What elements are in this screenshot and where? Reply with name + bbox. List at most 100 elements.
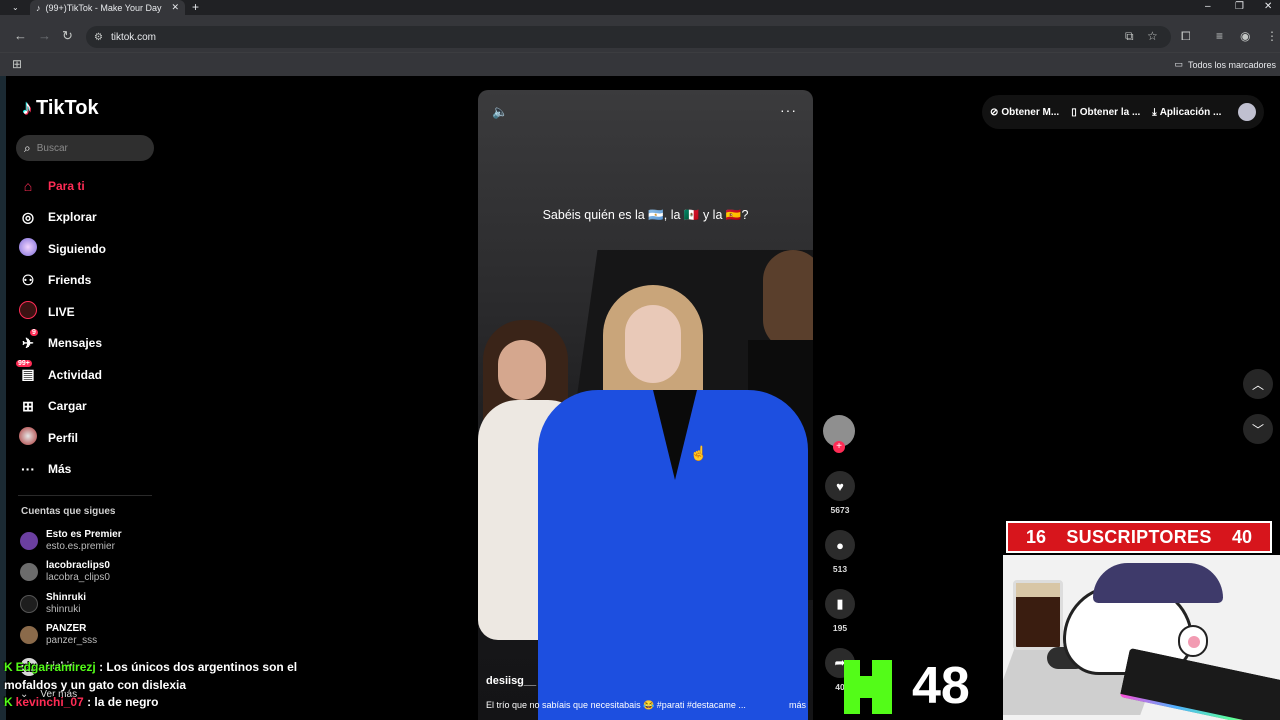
bookmark-icon: ▮: [836, 596, 844, 611]
activity-icon: ▤ 99+: [16, 360, 35, 383]
video-person-center-face: [625, 305, 681, 383]
volume-icon[interactable]: 🔈: [492, 104, 508, 120]
upload-icon: ⊞: [22, 397, 34, 414]
menu-icon[interactable]: ⋮: [1266, 29, 1278, 43]
video-person-center-coat: [538, 390, 808, 720]
sidebar-item-label: Actividad: [48, 367, 103, 382]
account-handle: shinruki: [46, 603, 81, 615]
tiktok-logo[interactable]: ♪ TikTok: [22, 97, 99, 120]
new-tab-button[interactable]: +: [192, 0, 199, 14]
get-coins-button[interactable]: ⊘ Obtener M...: [990, 107, 1059, 118]
video-actions: + ♥ 5673 ● 513 ▮ 195 ➦ 40: [822, 415, 858, 694]
desktop-app-button[interactable]: ⤓ Aplicación ...: [1152, 107, 1221, 118]
minimize-icon[interactable]: –: [1205, 0, 1211, 14]
sidebar-item-live[interactable]: LIVE: [18, 296, 158, 328]
logo-text: TikTok: [36, 97, 99, 119]
bookmark-star-icon[interactable]: ☆: [1147, 29, 1158, 43]
list-item[interactable]: Shinruki shinruki: [20, 588, 160, 620]
desktop-edge: [0, 76, 6, 720]
tab-search-icon[interactable]: ⌄: [12, 0, 19, 15]
sidebar-nav: ⌂ Para ti ◎ Explorar Siguiendo ⚇ Friends…: [16, 170, 158, 486]
stream-chat: K Edgarramirezj : Los únicos dos argentin…: [4, 659, 334, 712]
sidebar-item-cargar[interactable]: ⊞ Cargar: [18, 391, 158, 423]
desktop-app-label: Aplicación ...: [1159, 106, 1222, 118]
top-actions: ⊘ Obtener M... ▯ Obtener la ... ⤓ Aplicació…: [982, 95, 1264, 129]
chevron-up-icon: ︿: [1251, 377, 1264, 392]
account-name: lacobraclips0: [46, 560, 110, 572]
video-username[interactable]: desiisg__: [486, 675, 536, 687]
kick-badge-icon: K: [4, 695, 13, 709]
extensions-icon[interactable]: ⧠: [1181, 29, 1191, 43]
list-item[interactable]: PANZER panzer_sss: [20, 620, 160, 652]
media-icon[interactable]: ≡: [1216, 29, 1223, 43]
home-icon: ⌂: [23, 177, 33, 194]
sidebar-item-actividad[interactable]: ▤ 99+ Actividad: [16, 359, 158, 391]
video-description-text: El trío que no sabíais que necesitabais …: [486, 700, 746, 710]
chat-message: K Edgarramirezj : Los únicos dos argentin…: [4, 659, 334, 694]
tab-close-icon[interactable]: ✕: [171, 2, 179, 13]
sidebar-item-para-ti[interactable]: ⌂ Para ti: [18, 170, 158, 202]
sidebar-item-explorar[interactable]: ◎ Explorar: [18, 202, 158, 234]
install-app-icon[interactable]: ⧉: [1125, 29, 1134, 43]
comment-button[interactable]: ●: [825, 530, 855, 560]
sidebar-item-label: Friends: [48, 273, 92, 288]
avatar[interactable]: [1238, 103, 1256, 121]
subscriber-goal-banner: 16 SUSCRIPTORES 40: [1006, 521, 1272, 553]
chat-username: Edgarramirezj: [15, 660, 96, 674]
browser-tab[interactable]: ♪ (99+)TikTok - Make Your Day ✕: [30, 0, 185, 15]
list-item[interactable]: Esto es Premier esto.es.premier: [20, 525, 160, 557]
sidebar-item-perfil[interactable]: Perfil: [18, 422, 158, 454]
get-app-button[interactable]: ▯ Obtener la ...: [1071, 107, 1140, 118]
messages-badge: 9: [30, 328, 38, 336]
forward-icon[interactable]: →: [38, 29, 51, 43]
restore-icon[interactable]: ❐: [1235, 0, 1244, 14]
folder-icon: ▭: [1174, 59, 1183, 69]
video-player[interactable]: 🔈 ··· Sabéis quién es la 🇦🇷, la 🇲🇽 y la …: [478, 90, 813, 720]
tiktok-note-icon: ♪: [22, 97, 32, 119]
previous-video-button[interactable]: ︿: [1243, 369, 1273, 399]
following-icon: [18, 238, 38, 259]
video-options-icon[interactable]: ···: [780, 102, 797, 118]
sidebar-item-friends[interactable]: ⚇ Friends: [18, 265, 158, 297]
creator-avatar[interactable]: +: [823, 415, 855, 453]
account-name: Shinruki: [46, 591, 87, 603]
follow-plus-icon[interactable]: +: [833, 441, 845, 453]
more-icon: ···: [21, 461, 35, 478]
video-description: El trío que no sabíais que necesitabais …: [486, 700, 806, 711]
next-video-button[interactable]: ﹀: [1243, 414, 1273, 444]
video-person-right: [763, 250, 813, 350]
streamer-avatar-overlay: [1003, 555, 1280, 720]
all-bookmarks-button[interactable]: ▭ Todos los marcadores: [1174, 59, 1276, 70]
account-name: Esto es Premier: [46, 528, 122, 540]
profile-avatar-icon[interactable]: ◉: [1240, 29, 1250, 43]
sidebar-item-mensajes[interactable]: ✈ 9 Mensajes: [18, 328, 158, 360]
account-handle: panzer_sss: [46, 635, 98, 647]
account-handle: esto.es.premier: [46, 540, 115, 552]
search-input[interactable]: [36, 142, 137, 154]
back-icon[interactable]: ←: [14, 29, 27, 43]
list-item[interactable]: lacobraclips0 lacobra_clips0: [20, 557, 160, 589]
search-bar[interactable]: ⌕: [16, 135, 154, 161]
omnibox[interactable]: ⚙ tiktok.com: [86, 26, 1171, 48]
phone-icon: ▯: [1071, 106, 1077, 118]
url-text: tiktok.com: [110, 31, 156, 43]
comment-count: 513: [832, 564, 848, 574]
sidebar-item-siguiendo[interactable]: Siguiendo: [18, 233, 158, 265]
site-info-icon[interactable]: ⚙: [94, 32, 103, 43]
video-person-left-face: [498, 340, 546, 400]
window-close-icon[interactable]: ✕: [1264, 0, 1272, 14]
reload-icon[interactable]: ↻: [62, 29, 73, 43]
live-icon: [18, 301, 38, 322]
apps-grid-icon[interactable]: ⊞: [12, 57, 22, 71]
messages-icon: ✈ 9: [22, 328, 38, 351]
like-button[interactable]: ♥: [825, 471, 855, 501]
viewer-count: 48: [912, 657, 970, 715]
sidebar-item-mas[interactable]: ··· Más: [18, 454, 158, 486]
chat-text: la de negro: [94, 695, 159, 709]
more-link[interactable]: más: [789, 700, 806, 711]
video-overlay-text: Sabéis quién es la 🇦🇷, la 🇲🇽 y la 🇪🇸?: [542, 208, 749, 222]
search-icon: ⌕: [24, 140, 31, 155]
avatar: [20, 626, 38, 645]
save-button[interactable]: ▮: [825, 589, 855, 619]
sidebar-item-label: Explorar: [48, 210, 97, 225]
